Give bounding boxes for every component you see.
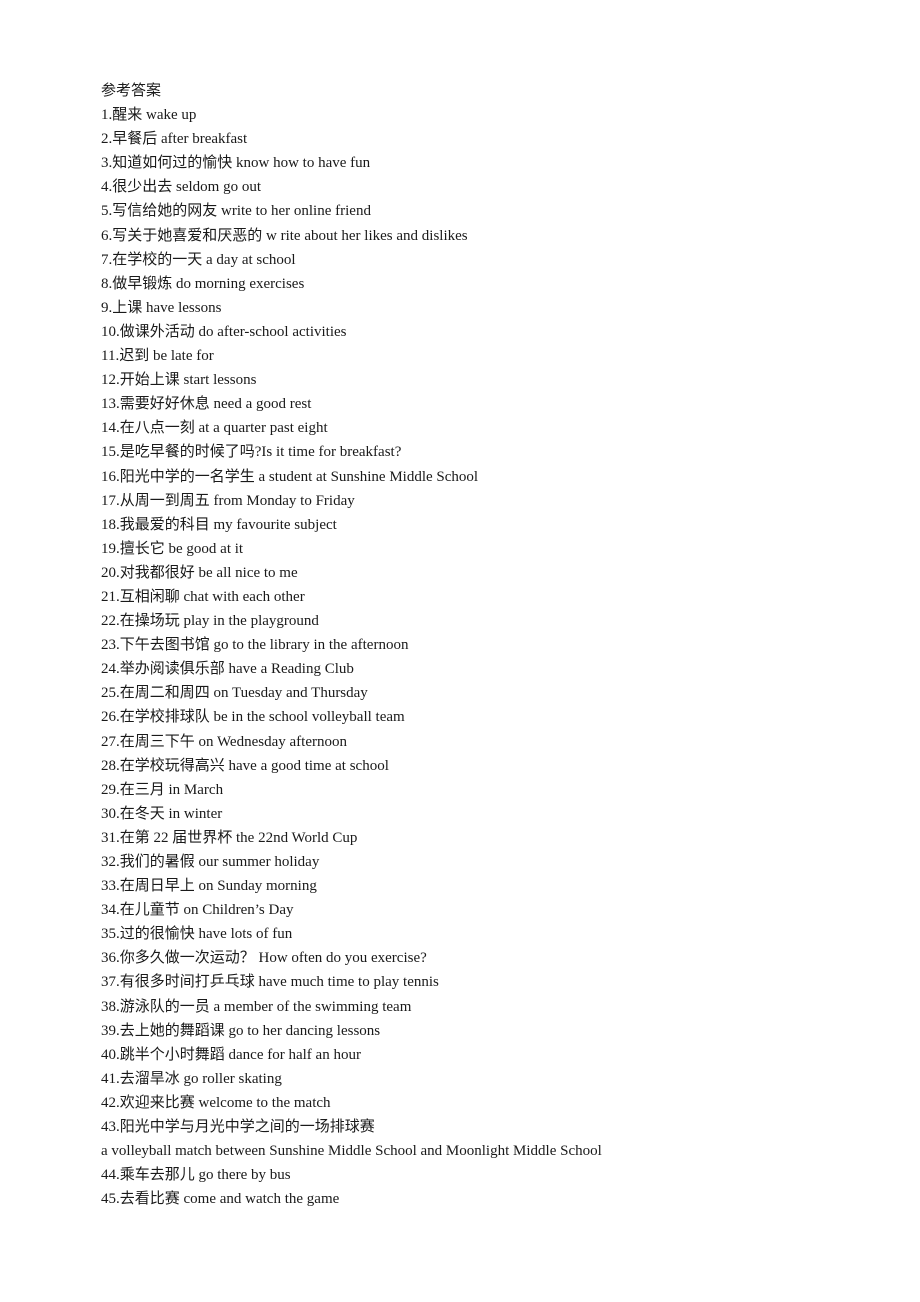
answer-line: 36.你多久做一次运动？ How often do you exercise? bbox=[101, 950, 427, 967]
answer-line: 42.欢迎来比赛 welcome to the match bbox=[101, 1094, 331, 1111]
answer-line: 30.在冬天 in winter bbox=[101, 805, 223, 822]
answer-line: 39.去上她的舞蹈课 go to her dancing lessons bbox=[101, 1022, 381, 1039]
answer-line: 17.从周一到周五 from Monday to Friday bbox=[101, 492, 355, 509]
answer-line: 38.游泳队的一员 a member of the swimming team bbox=[101, 998, 412, 1015]
answer-line: 44.乘车去那儿 go there by bus bbox=[101, 1167, 291, 1184]
answer-line: 28.在学校玩得高兴 have a good time at school bbox=[101, 757, 389, 774]
answer-line: 12.开始上课 start lessons bbox=[101, 372, 257, 389]
answer-line: 7.在学校的一天 a day at school bbox=[101, 251, 296, 268]
answer-line: 4.很少出去 seldom go out bbox=[101, 179, 261, 196]
answer-line: 33.在周日早上 on Sunday morning bbox=[101, 878, 317, 895]
answer-line: 26.在学校排球队 be in the school volleyball te… bbox=[101, 709, 405, 726]
answer-line: 27.在周三下午 on Wednesday afternoon bbox=[101, 733, 347, 750]
answer-line: 10.做课外活动 do after-school activities bbox=[101, 323, 347, 340]
answer-line: 32.我们的暑假 our summer holiday bbox=[101, 854, 320, 870]
answer-line: 15.是吃早餐的时候了吗?Is it time for breakfast? bbox=[101, 444, 402, 461]
answer-line: 21.互相闲聊 chat with each other bbox=[101, 588, 305, 605]
answer-line: 34.在儿童节 on Children’s Day bbox=[101, 902, 294, 919]
answer-line: 25.在周二和周四 on Tuesday and Thursday bbox=[101, 685, 368, 702]
answer-line: 20.对我都很好 be all nice to me bbox=[101, 564, 298, 581]
answer-line: 19.擅长它 be good at it bbox=[101, 540, 244, 557]
answer-line: 37.有很多时间打乒乓球 have much time to play tenn… bbox=[101, 974, 439, 991]
answer-line: 18.我最爱的科目 my favourite subject bbox=[101, 516, 337, 533]
answer-line: 40.跳半个小时舞蹈 dance for half an hour bbox=[101, 1046, 361, 1063]
answer-line: 9.上课 have lessons bbox=[101, 299, 222, 316]
answer-line: 1.醒来 wake up bbox=[101, 107, 197, 124]
document-title: 参考答案 bbox=[101, 83, 162, 99]
answer-line: 23.下午去图书馆 go to the library in the after… bbox=[101, 637, 409, 654]
answer-line: 11.迟到 be late for bbox=[101, 348, 214, 365]
answer-line: 41.去溜旱冰 go roller skating bbox=[101, 1070, 282, 1087]
answer-line: 16.阳光中学的一名学生 a student at Sunshine Middl… bbox=[101, 468, 479, 485]
answer-line: 5.写信给她的网友 write to her online friend bbox=[101, 203, 371, 220]
answer-line: 2.早餐后 after breakfast bbox=[101, 131, 248, 148]
answer-document: 参考答案 1.醒来 wake up 2.早餐后 after breakfast 3.… bbox=[101, 79, 602, 1211]
answer-line: 31.在第 22 届世界杯 the 22nd World Cup bbox=[101, 829, 358, 846]
answer-line: 29.在三月 in March bbox=[101, 781, 224, 798]
answer-list: 1.醒来 wake up 2.早餐后 after breakfast 3.知道如何过… bbox=[101, 103, 602, 1211]
answer-line: 24.举办阅读俱乐部 have a Reading Club bbox=[101, 661, 354, 678]
answer-line: 13.需要好好休息 need a good rest bbox=[101, 396, 312, 413]
answer-line: 3.知道如何过的愉快 know how to have fun bbox=[101, 155, 371, 172]
answer-line: 14.在八点一刻 at a quarter past eight bbox=[101, 420, 328, 437]
answer-line: 8.做早锻炼 do morning exercises bbox=[101, 275, 305, 292]
answer-line: 6.写关于她喜爱和厌恶的 w rite about her likes and … bbox=[101, 227, 468, 244]
answer-line: 43.阳光中学与月光中学之间的一场排球赛 bbox=[101, 1119, 375, 1136]
answer-line: a volleyball match between Sunshine Midd… bbox=[101, 1143, 602, 1160]
answer-line: 22.在操场玩 play in the playground bbox=[101, 613, 319, 630]
answer-line: 35.过的很愉快 have lots of fun bbox=[101, 926, 293, 943]
answer-line: 45.去看比赛 come and watch the game bbox=[101, 1191, 340, 1208]
